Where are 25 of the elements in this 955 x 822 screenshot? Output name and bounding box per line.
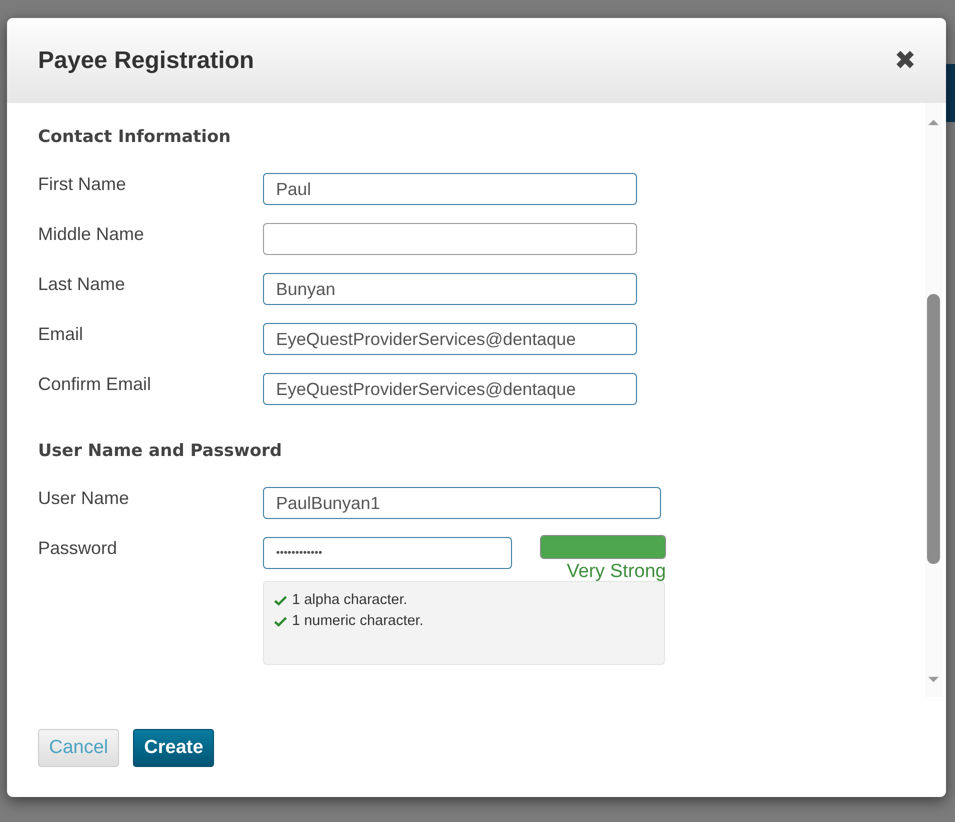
input-field[interactable]: EyeQuestProviderServices@dentaque [263, 323, 637, 355]
field-label: First Name [38, 173, 128, 196]
section-heading: Contact Information [38, 127, 232, 147]
requirement-text: 1 numeric character. [292, 613, 424, 629]
field-label: Confirm Email [38, 373, 152, 396]
create-button[interactable]: Create [133, 729, 214, 767]
input-field[interactable]: Paul [263, 173, 637, 205]
scroll-down-icon[interactable] [927, 676, 940, 683]
strength-label: Very Strong [566, 561, 666, 583]
input-field[interactable] [263, 223, 637, 255]
input-field[interactable]: EyeQuestProviderServices@dentaque [263, 373, 637, 405]
scroll-up-icon[interactable] [927, 119, 940, 126]
field-label: Password [38, 537, 118, 560]
section-heading: User Name and Password [38, 441, 283, 461]
requirement-text: 1 alpha character. [292, 592, 408, 608]
password-field[interactable]: •••••••••••• [263, 537, 512, 569]
field-label: User Name [38, 487, 130, 510]
field-label: Last Name [38, 273, 126, 296]
scrollbar[interactable] [925, 103, 942, 697]
field-label: Middle Name [38, 223, 146, 246]
input-field[interactable]: Bunyan [263, 273, 637, 305]
dialog-title: Payee Registration [38, 46, 254, 74]
field-label: Email [38, 323, 84, 346]
input-field[interactable]: PaulBunyan1 [263, 487, 661, 519]
close-button[interactable]: ✖ [894, 46, 916, 76]
